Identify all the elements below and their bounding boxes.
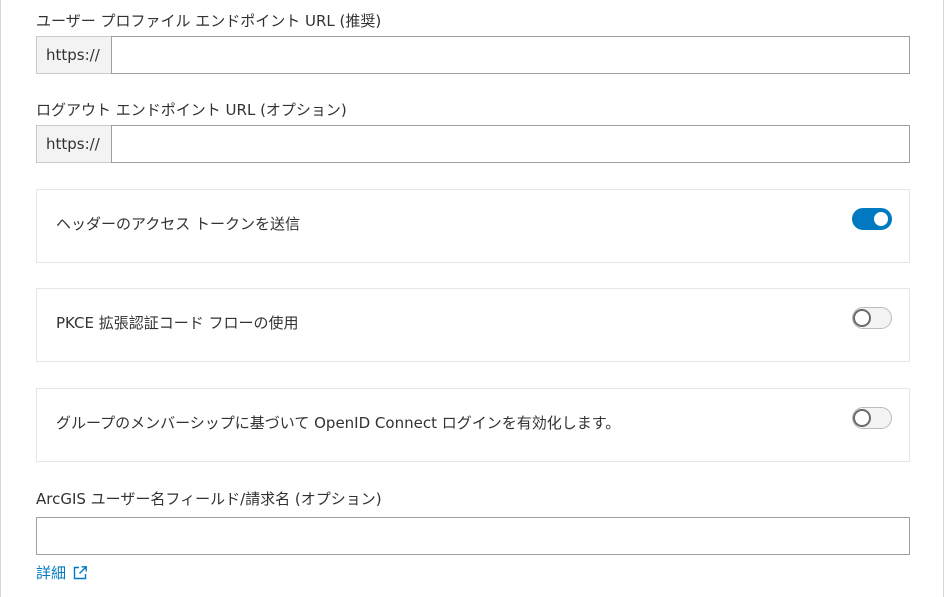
toggle-card-header-access-token: ヘッダーのアクセス トークンを送信 [36,189,910,263]
user-profile-url-input[interactable] [111,36,910,74]
toggle-card-pkce: PKCE 拡張認証コード フローの使用 [36,288,910,362]
learn-more-label: 詳細 [36,564,67,582]
external-link-icon [72,565,88,581]
user-profile-url-group: https:// [36,36,910,74]
toggle-label-header-access-token: ヘッダーのアクセス トークンを送信 [56,215,301,233]
logout-url-input[interactable] [111,125,910,163]
user-profile-url-prefix: https:// [36,36,111,74]
toggle-card-group-membership-login: グループのメンバーシップに基づいて OpenID Connect ログインを有効… [36,388,910,462]
toggle-knob [853,309,871,327]
username-field-label: ArcGIS ユーザー名フィールド/請求名 (オプション) [36,490,382,508]
logout-url-prefix: https:// [36,125,111,163]
logout-url-label: ログアウト エンドポイント URL (オプション) [36,101,347,119]
toggle-label-group-membership-login: グループのメンバーシップに基づいて OpenID Connect ログインを有効… [56,414,621,432]
toggle-label-pkce: PKCE 拡張認証コード フローの使用 [56,314,299,332]
toggle-switch-group-membership-login[interactable] [852,407,892,429]
username-field-input[interactable] [36,517,910,555]
toggle-switch-header-access-token[interactable] [852,208,892,230]
toggle-switch-pkce[interactable] [852,307,892,329]
logout-url-group: https:// [36,125,910,163]
toggle-knob [872,210,890,228]
openid-connect-settings-panel: ユーザー プロファイル エンドポイント URL (推奨) https:// ログ… [0,0,944,597]
toggle-knob [853,409,871,427]
user-profile-url-label: ユーザー プロファイル エンドポイント URL (推奨) [36,12,382,30]
learn-more-link[interactable]: 詳細 [36,563,88,583]
